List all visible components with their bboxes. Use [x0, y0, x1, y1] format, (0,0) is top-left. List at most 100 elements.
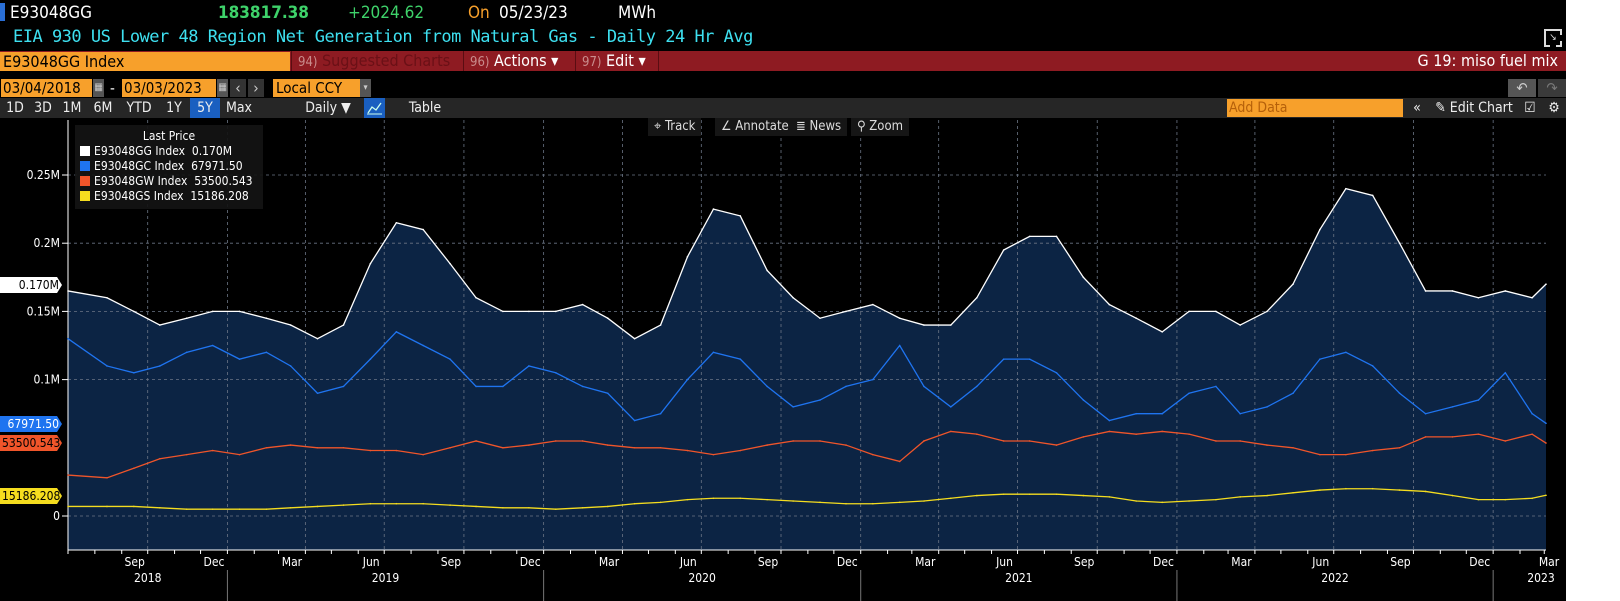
data-point	[1161, 501, 1164, 504]
legend-last-value: 67971.50	[191, 159, 243, 173]
date-separator: -	[110, 79, 115, 97]
calendar-icon[interactable]: ▦	[217, 79, 228, 97]
annotate-button[interactable]: ∠ Annotate	[715, 118, 795, 136]
track-button[interactable]: ⌖ Track	[648, 118, 702, 136]
data-point	[1345, 487, 1347, 490]
period-button-5y[interactable]: 5Y	[190, 98, 220, 118]
data-point	[686, 256, 689, 258]
legend-swatch	[80, 146, 90, 156]
table-button[interactable]: Table	[400, 98, 450, 118]
data-point	[265, 508, 268, 510]
legend-item[interactable]: E93048GC Index 67971.50	[80, 159, 263, 174]
x-tick-label: Dec	[520, 555, 541, 569]
data-point	[395, 449, 398, 452]
data-point	[1082, 494, 1085, 497]
actions-label: Actions ▾	[494, 51, 559, 70]
chart-legend[interactable]: Last Price E93048GG Index 0.170M E93048GC…	[75, 125, 263, 209]
data-point	[1135, 317, 1138, 320]
start-date-input[interactable]: 03/04/2018	[1, 79, 92, 97]
data-point	[1424, 436, 1427, 438]
data-point	[872, 303, 874, 306]
period-button-3d[interactable]: 3D	[30, 98, 56, 118]
next-period-button[interactable]: ›	[248, 79, 264, 97]
data-point	[1504, 290, 1507, 292]
unit: MWh	[618, 3, 657, 23]
data-point	[1451, 494, 1454, 497]
frequency-select[interactable]: Daily ▼	[298, 98, 358, 118]
period-button-6m[interactable]: 6M	[88, 98, 118, 118]
data-point	[289, 365, 292, 367]
actions-menu[interactable]: 96) Actions ▾	[463, 51, 573, 71]
x-tick-label: Jun	[995, 555, 1013, 569]
data-point	[819, 317, 821, 320]
data-point	[369, 449, 372, 452]
zoom-button[interactable]: ⚲ Zoom	[851, 118, 910, 136]
undo-button[interactable]: ↶	[1508, 79, 1536, 97]
data-point	[712, 351, 715, 354]
data-point	[976, 296, 978, 299]
data-point	[1504, 371, 1507, 374]
period-button-ytd[interactable]: YTD	[120, 98, 158, 118]
currency-select[interactable]: Local CCY	[273, 79, 360, 97]
period-button-max[interactable]: Max	[222, 98, 256, 118]
news-button[interactable]: ≣ News	[790, 118, 848, 136]
data-point	[766, 385, 768, 388]
gear-icon[interactable]: ⚙	[1544, 98, 1564, 118]
x-tick-label: Sep	[1390, 555, 1411, 569]
data-point	[1292, 492, 1294, 494]
redo-button[interactable]: ↷	[1538, 79, 1566, 97]
data-point	[395, 502, 398, 505]
data-point	[766, 444, 768, 446]
data-point	[422, 502, 425, 505]
last-value-tag-gg: 0.170M	[0, 277, 62, 293]
previous-period-button[interactable]: ‹	[230, 79, 246, 97]
data-point	[792, 406, 794, 408]
edit-chart-button[interactable]: ✎ Edit Chart	[1430, 98, 1518, 118]
data-point	[581, 440, 584, 442]
end-date-input[interactable]: 03/03/2023	[122, 79, 216, 97]
data-point	[633, 447, 636, 449]
security-color-marker	[0, 3, 5, 21]
data-point	[1215, 385, 1217, 388]
legend-item[interactable]: E93048GG Index 0.170M	[80, 144, 263, 159]
period-button-1m[interactable]: 1M	[58, 98, 86, 118]
data-point	[739, 358, 742, 360]
data-point	[1239, 412, 1241, 415]
edit-note-icon[interactable]: ☑	[1520, 98, 1540, 118]
x-tick-label: Dec	[204, 555, 225, 569]
data-point	[1161, 331, 1164, 333]
security-input[interactable]: E93048GG Index	[0, 52, 290, 71]
data-point	[1055, 493, 1058, 495]
legend-series-name: E93048GW Index	[94, 174, 188, 188]
data-point	[581, 385, 584, 388]
data-point	[159, 324, 161, 326]
data-point	[1239, 324, 1241, 326]
x-year-label: 2020	[688, 571, 716, 585]
data-point	[316, 505, 319, 508]
popout-icon[interactable]: ↘	[1544, 29, 1562, 47]
period-button-1y[interactable]: 1Y	[160, 98, 188, 118]
legend-last-value: 0.170M	[191, 144, 233, 158]
data-point	[950, 430, 952, 433]
legend-item[interactable]: E93048GW Index 53500.543	[80, 174, 263, 189]
add-data-input[interactable]: Add Data	[1227, 99, 1403, 117]
collapse-icon[interactable]: «	[1407, 98, 1427, 118]
chevron-down-icon[interactable]: ▾	[360, 79, 371, 97]
data-point	[1108, 419, 1111, 422]
data-point	[554, 440, 557, 442]
legend-item[interactable]: E93048GS Index 15186.208	[80, 189, 263, 204]
line-chart-icon[interactable]	[364, 98, 385, 118]
data-point	[1135, 433, 1138, 435]
data-point	[159, 507, 161, 509]
data-point	[1545, 283, 1547, 285]
data-point	[238, 453, 241, 456]
data-point	[1266, 444, 1268, 446]
data-point	[845, 444, 847, 446]
edit-menu[interactable]: 97) Edit ▾	[575, 51, 659, 71]
data-point	[1477, 296, 1480, 299]
calendar-icon[interactable]: ▦	[93, 79, 104, 97]
magnifier-icon: ⚲	[857, 119, 866, 134]
data-point	[976, 494, 978, 497]
period-button-1d[interactable]: 1D	[2, 98, 28, 118]
suggested-charts-button[interactable]: 94) Suggested Charts	[291, 51, 461, 71]
